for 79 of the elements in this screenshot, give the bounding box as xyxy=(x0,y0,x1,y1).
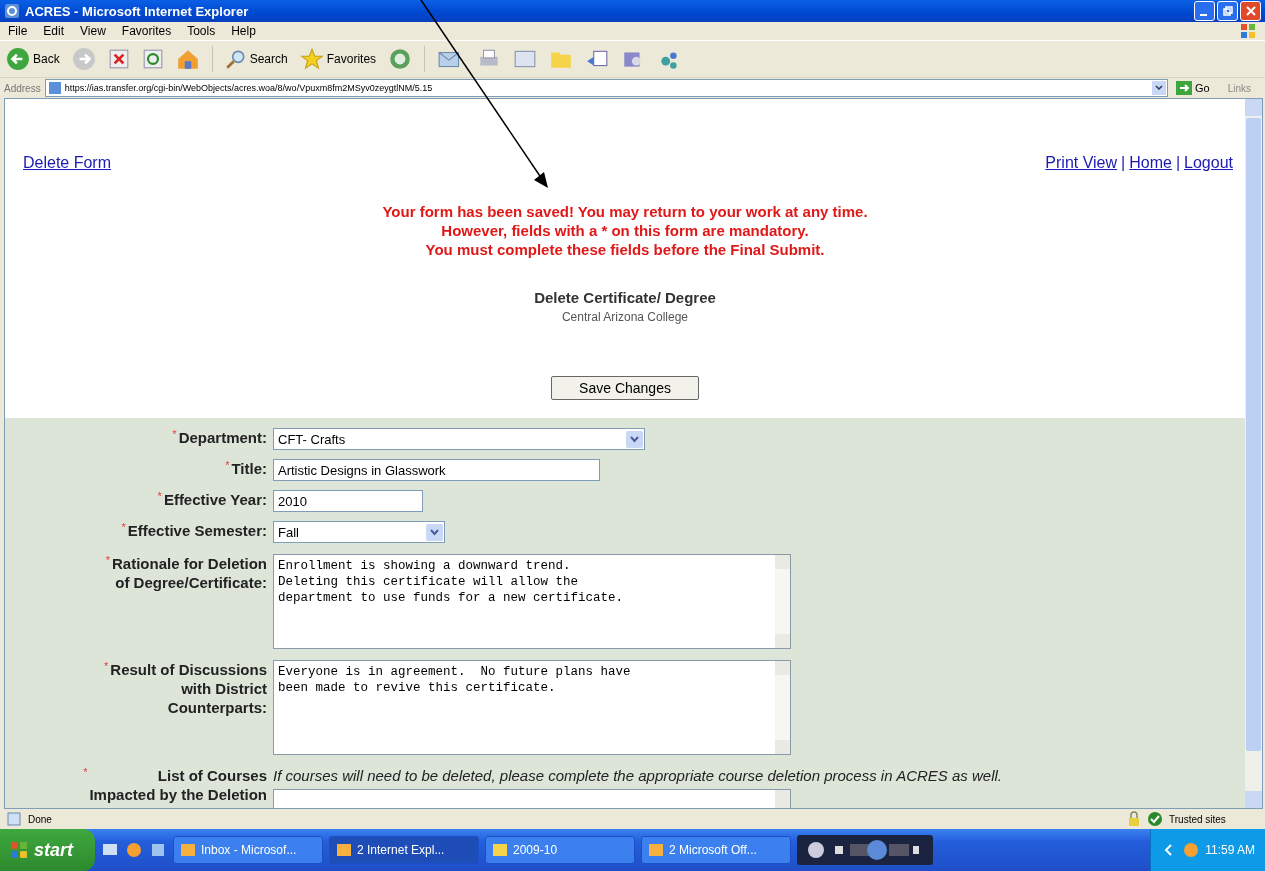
lock-icon xyxy=(1127,811,1141,827)
text-area[interactable]: Enrollment is showing a downward trend. Deleting this certificate will allow the department to use funds for a new certificate. xyxy=(273,554,791,649)
save-changes-button[interactable]: Save Changes xyxy=(551,376,699,400)
taskbar-button[interactable]: Inbox - Microsof... xyxy=(173,836,323,864)
address-label: Address xyxy=(4,82,41,94)
go-button[interactable]: Go xyxy=(1171,81,1214,95)
text-field[interactable]: 2010 xyxy=(273,490,423,512)
refresh-icon[interactable] xyxy=(141,48,164,70)
go-arrow-icon xyxy=(1175,81,1192,95)
status-text: Done xyxy=(28,813,52,825)
required-asterisk: * xyxy=(157,490,162,502)
stop-icon[interactable] xyxy=(107,48,130,70)
taskbar-button[interactable]: 2 Internet Expl... xyxy=(329,836,479,864)
required-asterisk: * xyxy=(105,554,110,566)
window-icon xyxy=(336,842,352,858)
back-button[interactable]: Back xyxy=(6,47,60,71)
menu-item[interactable]: Favorites xyxy=(121,24,172,38)
field-label: Rationale for Deletion of Degree/Certificate: xyxy=(111,554,267,592)
search-button[interactable]: Search xyxy=(224,48,288,70)
start-button[interactable]: start xyxy=(0,829,95,871)
required-asterisk: * xyxy=(83,766,88,778)
security-zone: Trusted sites xyxy=(1169,813,1227,825)
required-asterisk: * xyxy=(225,459,230,471)
scroll-bar[interactable] xyxy=(1245,99,1262,808)
page-icon xyxy=(6,811,22,827)
search-icon xyxy=(224,48,247,70)
field-label: Result of Discussions with District Counterparts: xyxy=(110,660,267,717)
star-icon xyxy=(299,48,324,70)
field-label: List of Courses Impacted by the Deletion xyxy=(89,766,267,804)
required-asterisk: * xyxy=(104,660,109,672)
restore-button[interactable] xyxy=(1217,1,1238,21)
window-title: ACRES - Microsoft Internet Explorer xyxy=(25,3,249,19)
menu-item[interactable]: Tools xyxy=(187,24,216,38)
field-hint: If courses will need to be deleted, please complete the appropriate course deletion process in ACRES as well. xyxy=(273,766,1003,785)
field-label: Department: xyxy=(178,428,267,447)
nav-link[interactable]: Print View xyxy=(1045,154,1118,172)
clock: 11:59 AM xyxy=(1205,843,1255,857)
dropdown-field[interactable]: Fall xyxy=(273,521,445,543)
close-button[interactable] xyxy=(1240,1,1261,21)
field-label: Effective Semester: xyxy=(127,521,267,540)
required-asterisk: * xyxy=(172,428,177,440)
minimize-icon xyxy=(1199,14,1207,16)
text-area[interactable] xyxy=(273,789,791,808)
link-separator: | xyxy=(1121,154,1126,172)
window-icon xyxy=(648,842,664,858)
link-separator: | xyxy=(1175,154,1181,172)
save-message: However, fields with a * on this form are mandatory. xyxy=(441,221,809,240)
windows-logo-icon xyxy=(1239,23,1257,39)
form-heading: Delete Certificate/ Degree xyxy=(534,289,716,306)
delete-form-link[interactable]: Delete Form xyxy=(23,154,112,172)
taskbar-button[interactable]: 2 Microsoft Off... xyxy=(641,836,791,864)
menu-item[interactable]: File xyxy=(8,24,28,38)
minimize-button[interactable] xyxy=(1194,1,1215,21)
dropdown-field[interactable]: CFT- Crafts xyxy=(273,428,645,450)
nav-link[interactable]: Home xyxy=(1129,154,1172,172)
menu-item[interactable]: View xyxy=(80,24,106,38)
taskbar-button[interactable]: 2009-10 xyxy=(485,836,635,864)
save-message: You must complete these fields before the Final Submit. xyxy=(425,240,825,259)
required-asterisk: * xyxy=(121,521,126,533)
text-field[interactable]: Artistic Designs in Glasswork xyxy=(273,459,600,481)
menu-item[interactable]: Edit xyxy=(43,24,65,38)
text-area[interactable]: Everyone is in agreement. No future plans have been made to revive this certificate. xyxy=(273,660,791,755)
save-message: Your form has been saved! You may return to your work at any time. xyxy=(382,202,868,221)
home-icon[interactable] xyxy=(175,48,200,70)
restore-icon xyxy=(1222,6,1233,16)
nav-link[interactable]: Logout xyxy=(1184,154,1233,172)
field-label: Effective Year: xyxy=(163,490,267,509)
field-label: Title: xyxy=(231,459,267,478)
page-icon xyxy=(47,81,62,95)
menu-item[interactable]: Help xyxy=(231,24,256,38)
close-icon xyxy=(1245,6,1256,16)
address-field[interactable]: https://ias.transfer.org/cgi-bin/WebObjects/acres.woa/8/wo/Vpuxm8fm2MSyv0zeygtlNM/5.15 xyxy=(44,79,1168,97)
favorites-button[interactable]: Favorites xyxy=(299,48,377,70)
check-icon xyxy=(1147,811,1163,827)
window-icon xyxy=(180,842,196,858)
college-name: Central Arizona College xyxy=(561,310,689,324)
folder-icon xyxy=(492,842,508,858)
media-player-bar[interactable] xyxy=(797,835,933,865)
windows-logo-icon xyxy=(10,841,28,859)
